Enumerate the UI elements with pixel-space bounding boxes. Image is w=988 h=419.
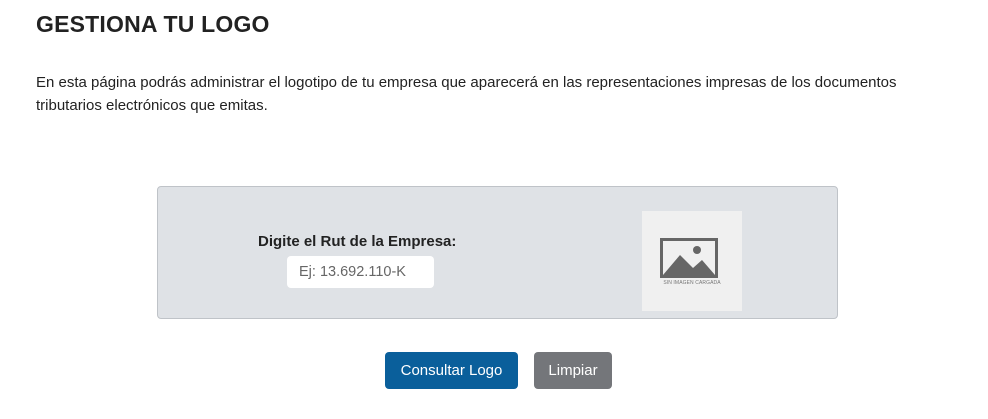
logo-preview-caption: SIN IMAGEN CARGADA bbox=[663, 280, 721, 286]
page-title: GESTIONA TU LOGO bbox=[36, 11, 270, 37]
page-description: En esta página podrás administrar el log… bbox=[36, 74, 897, 114]
logo-lookup-panel: Digite el Rut de la Empresa: SIN IMAGEN … bbox=[157, 186, 838, 319]
consult-logo-button[interactable]: Consultar Logo bbox=[385, 352, 518, 389]
clear-button[interactable]: Limpiar bbox=[534, 352, 612, 389]
logo-preview: SIN IMAGEN CARGADA bbox=[642, 211, 742, 311]
rut-input[interactable] bbox=[287, 256, 434, 288]
rut-label: Digite el Rut de la Empresa: bbox=[258, 233, 457, 250]
image-placeholder-icon bbox=[660, 238, 718, 278]
